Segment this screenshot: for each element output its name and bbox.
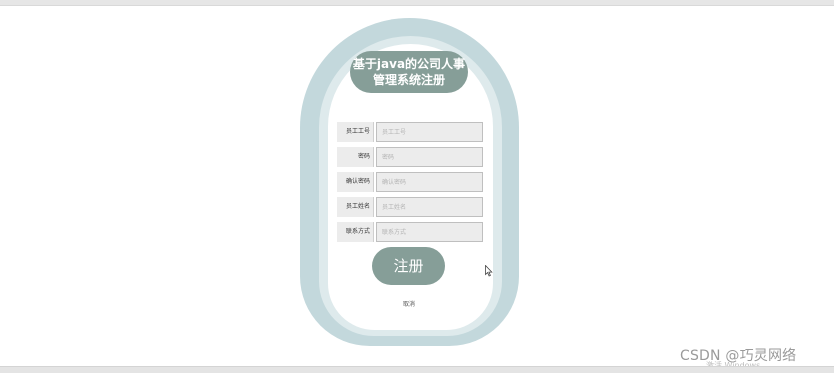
employee-name-row: 员工姓名 [337, 197, 483, 217]
bottom-window-edge [0, 366, 834, 373]
form-title: 基于java的公司人事 管理系统注册 [350, 51, 468, 93]
employee-name-input[interactable] [376, 197, 483, 217]
confirm-password-input[interactable] [376, 172, 483, 192]
confirm-password-row: 确认密码 [337, 172, 483, 192]
employee-name-label: 员工姓名 [337, 197, 374, 217]
employee-id-row: 员工工号 [337, 122, 483, 142]
password-label: 密码 [337, 147, 374, 167]
mouse-cursor-icon [485, 265, 493, 277]
password-row: 密码 [337, 147, 483, 167]
employee-id-label: 员工工号 [337, 122, 374, 142]
top-window-edge [0, 0, 834, 6]
contact-row: 联系方式 [337, 222, 483, 242]
employee-id-input[interactable] [376, 122, 483, 142]
form-title-line-2: 管理系统注册 [372, 73, 445, 87]
contact-input[interactable] [376, 222, 483, 242]
password-input[interactable] [376, 147, 483, 167]
confirm-password-label: 确认密码 [337, 172, 374, 192]
register-button[interactable]: 注册 [372, 247, 445, 285]
form-title-line-1: 基于java的公司人事 [352, 57, 466, 71]
contact-label: 联系方式 [337, 222, 374, 242]
cancel-link[interactable]: 取消 [398, 299, 420, 308]
